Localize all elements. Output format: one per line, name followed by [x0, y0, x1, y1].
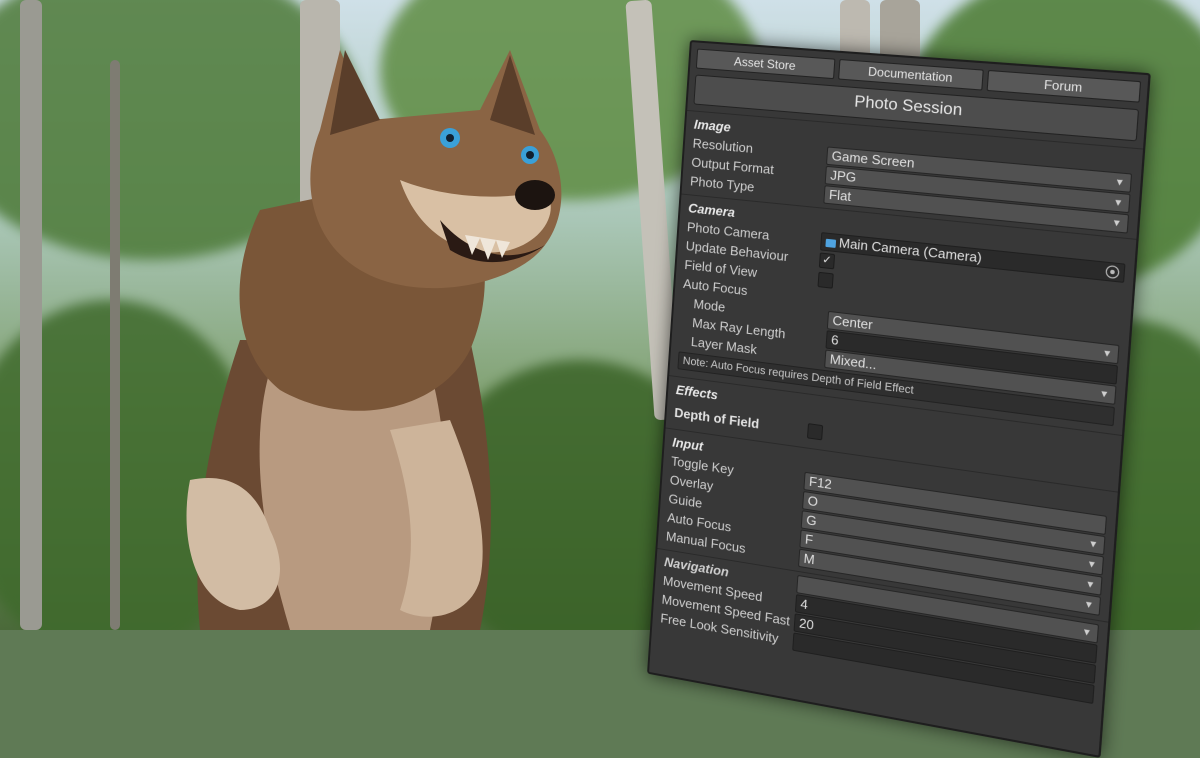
- max-ray-length-value: 6: [831, 331, 839, 347]
- tree-trunk: [880, 0, 920, 60]
- manual-focus-value: M: [803, 550, 815, 567]
- forum-button[interactable]: Forum: [987, 70, 1141, 103]
- chevron-down-icon: ▼: [1111, 213, 1122, 231]
- mode-value: Center: [832, 312, 873, 332]
- depth-of-field-checkbox[interactable]: [807, 423, 823, 440]
- chevron-down-icon: ▼: [1083, 595, 1094, 614]
- guide-value: G: [806, 511, 817, 528]
- chevron-down-icon: ▼: [1114, 173, 1125, 191]
- chevron-down-icon: ▼: [1113, 193, 1124, 211]
- auto-focus-key-value: F: [805, 531, 814, 547]
- camera-object-icon: [825, 238, 836, 247]
- object-picker-icon[interactable]: [1105, 264, 1119, 278]
- chevron-down-icon: ▼: [1086, 554, 1097, 573]
- asset-store-button[interactable]: Asset Store: [696, 49, 835, 80]
- inspector-panel-wrapper: Asset Store Documentation Forum Photo Se…: [647, 40, 1151, 758]
- update-behaviour-checkbox[interactable]: ✓: [819, 252, 835, 269]
- photo-type-value: Flat: [829, 186, 852, 203]
- documentation-button[interactable]: Documentation: [838, 59, 984, 91]
- chevron-down-icon: ▼: [1088, 534, 1099, 553]
- tree-trunk: [20, 0, 42, 630]
- chevron-down-icon: ▼: [1102, 344, 1113, 362]
- toggle-key-value: F12: [809, 473, 833, 492]
- overlay-value: O: [807, 492, 818, 509]
- field-of-view-checkbox[interactable]: [817, 272, 833, 289]
- chevron-down-icon: ▼: [1085, 575, 1096, 594]
- tree-trunk: [110, 60, 120, 630]
- output-format-value: JPG: [830, 167, 857, 185]
- layer-mask-value: Mixed...: [829, 351, 877, 372]
- chevron-down-icon: ▼: [1081, 622, 1092, 641]
- wolf-illustration: [150, 10, 610, 630]
- movement-speed-value: 4: [800, 595, 808, 611]
- photo-session-inspector: Asset Store Documentation Forum Photo Se…: [647, 40, 1151, 758]
- chevron-down-icon: ▼: [1099, 384, 1110, 402]
